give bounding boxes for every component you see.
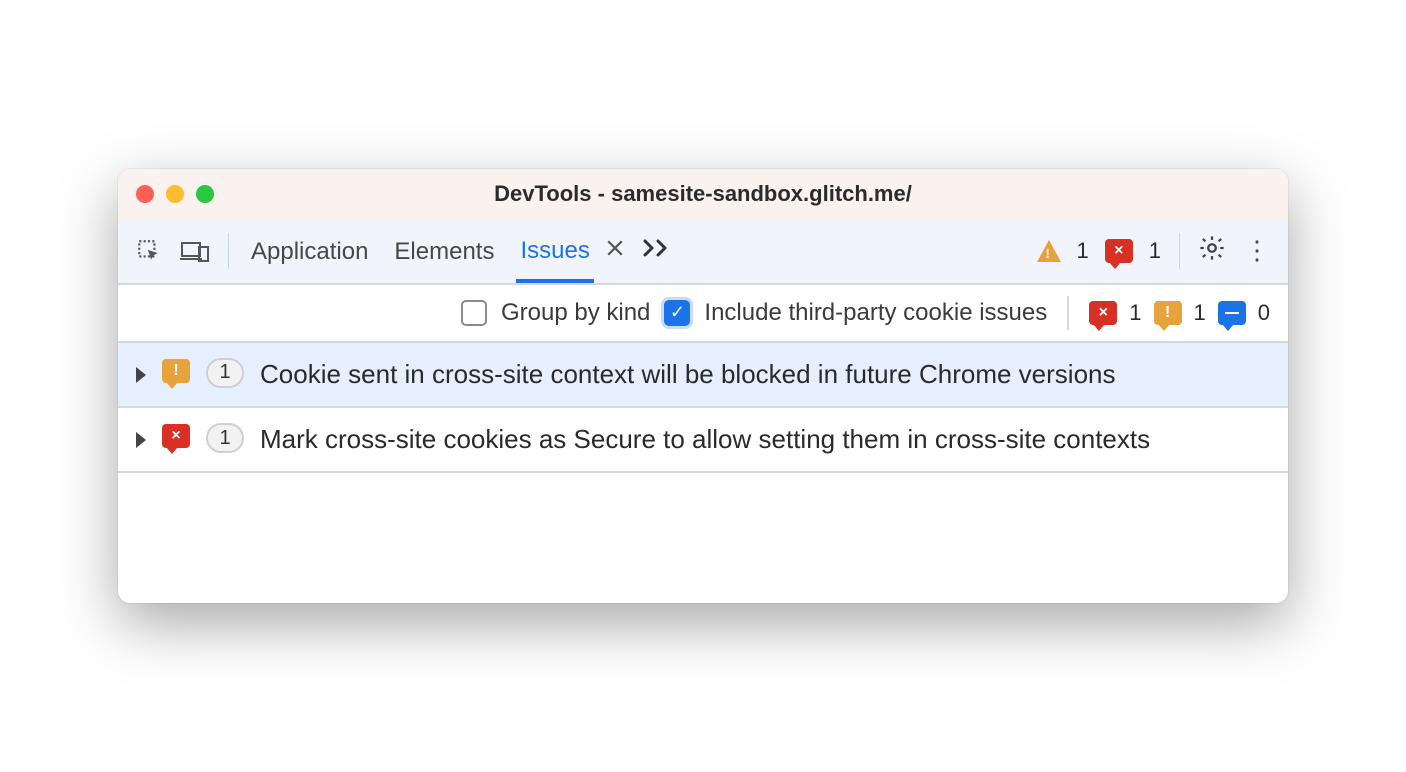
devtools-window: DevTools - samesite-sandbox.glitch.me/ A… xyxy=(118,169,1288,603)
devtools-toolbar: Application Elements Issues 1 × 1 ⋮ xyxy=(118,219,1288,285)
info-icon xyxy=(1218,301,1246,325)
tab-application[interactable]: Application xyxy=(247,220,372,282)
error-icon: × xyxy=(1105,239,1133,263)
window-minimize-button[interactable] xyxy=(166,185,184,203)
issue-severity-icon: × xyxy=(162,424,190,453)
include-third-party-checkbox[interactable]: ✓ xyxy=(664,300,690,326)
issues-filter-bar: Group by kind ✓ Include third-party cook… xyxy=(118,285,1288,343)
tab-elements[interactable]: Elements xyxy=(390,220,498,282)
disclosure-triangle-icon[interactable] xyxy=(136,432,146,448)
more-tabs-icon[interactable] xyxy=(642,238,672,263)
error-icon: × xyxy=(1089,301,1117,325)
warning-icon: ! xyxy=(1154,301,1182,325)
include-third-party-label[interactable]: Include third-party cookie issues xyxy=(704,299,1047,327)
issue-title: Mark cross-site cookies as Secure to all… xyxy=(260,422,1150,457)
group-by-kind-label[interactable]: Group by kind xyxy=(501,299,650,327)
issue-severity-icon: ! xyxy=(162,359,190,388)
issue-row[interactable]: ! 1 Cookie sent in cross-site context wi… xyxy=(118,343,1288,408)
window-titlebar: DevTools - samesite-sandbox.glitch.me/ xyxy=(118,169,1288,219)
issue-title: Cookie sent in cross-site context will b… xyxy=(260,357,1116,392)
issue-counts[interactable]: 1 × 1 xyxy=(1037,238,1162,264)
window-title: DevTools - samesite-sandbox.glitch.me/ xyxy=(118,181,1288,207)
warning-count: 1 xyxy=(1077,238,1089,264)
device-toggle-icon[interactable] xyxy=(180,238,210,264)
disclosure-triangle-icon[interactable] xyxy=(136,367,146,383)
settings-icon[interactable] xyxy=(1198,234,1226,267)
more-options-icon[interactable]: ⋮ xyxy=(1244,235,1270,266)
tab-issues[interactable]: Issues xyxy=(516,219,593,283)
info-count-filter: 0 xyxy=(1258,300,1270,326)
toolbar-divider xyxy=(228,233,229,269)
error-count: 1 xyxy=(1149,238,1161,264)
window-close-button[interactable] xyxy=(136,185,154,203)
empty-space xyxy=(118,473,1288,603)
error-count-filter: 1 xyxy=(1129,300,1141,326)
issue-row[interactable]: × 1 Mark cross-site cookies as Secure to… xyxy=(118,408,1288,473)
window-maximize-button[interactable] xyxy=(196,185,214,203)
group-by-kind-checkbox[interactable] xyxy=(461,300,487,326)
toolbar-divider xyxy=(1179,233,1180,269)
warning-icon xyxy=(1037,240,1061,262)
inspect-element-icon[interactable] xyxy=(136,238,162,264)
close-tab-icon[interactable] xyxy=(606,239,624,263)
traffic-lights xyxy=(136,185,214,203)
severity-counts[interactable]: × 1 ! 1 0 xyxy=(1089,300,1270,326)
issue-count-pill: 1 xyxy=(206,423,244,453)
warning-count-filter: 1 xyxy=(1194,300,1206,326)
issue-count-pill: 1 xyxy=(206,358,244,388)
issue-list: ! 1 Cookie sent in cross-site context wi… xyxy=(118,343,1288,473)
filter-divider xyxy=(1067,296,1069,330)
